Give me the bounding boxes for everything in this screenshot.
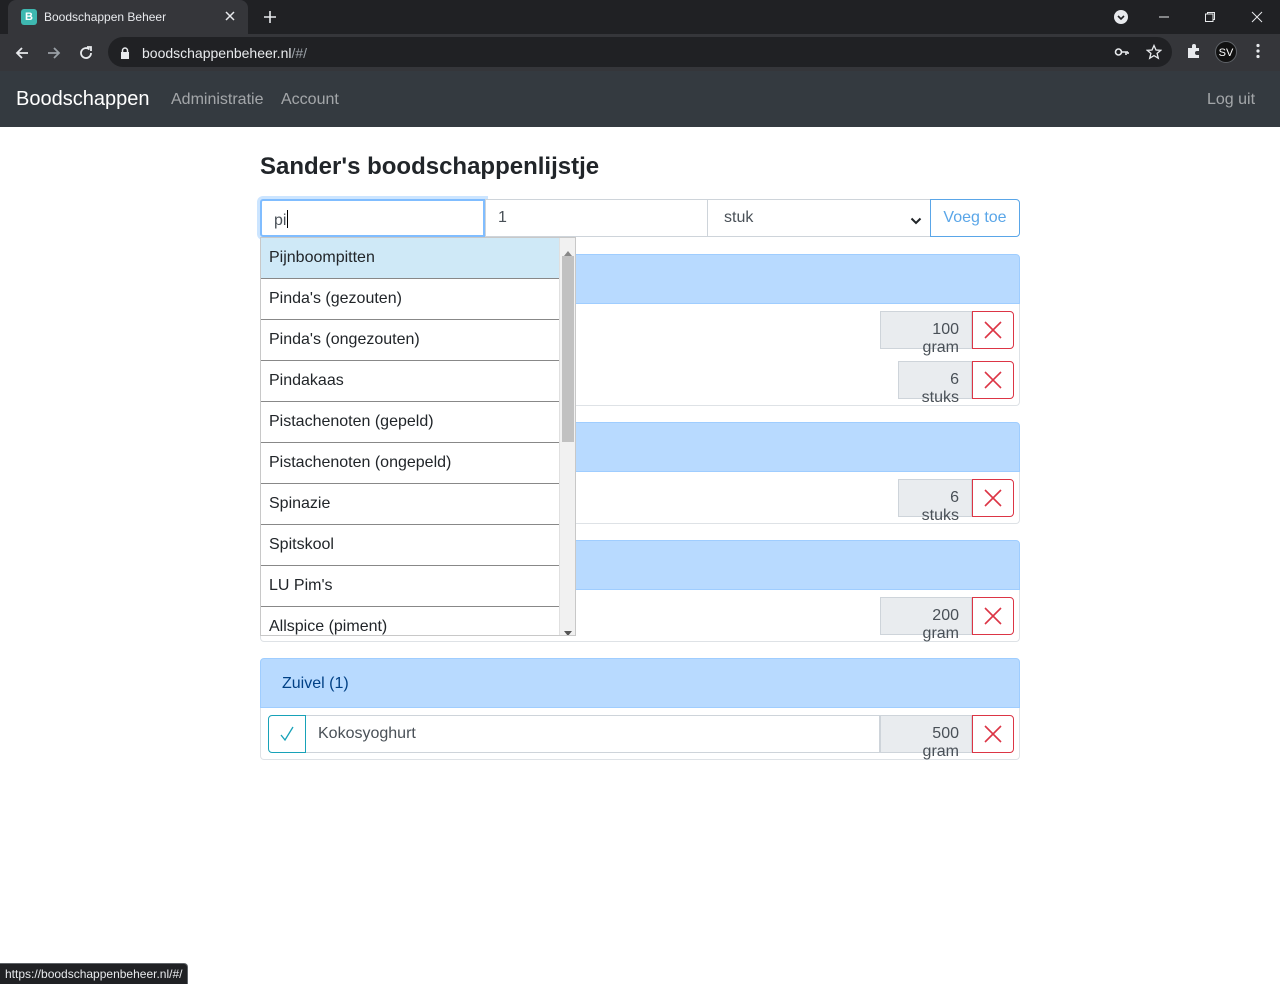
close-icon xyxy=(984,371,1002,389)
key-icon[interactable] xyxy=(1114,44,1130,65)
delete-button[interactable] xyxy=(972,311,1014,349)
new-tab-icon[interactable] xyxy=(262,9,278,25)
item-quantity: 100 gram xyxy=(880,311,972,356)
unit-select-value: stuk xyxy=(724,209,754,226)
tab-close-icon[interactable] xyxy=(222,8,238,24)
favicon-icon: B xyxy=(21,9,37,25)
profile-avatar[interactable]: SV xyxy=(1215,41,1237,63)
item-quantity: 6 stuks xyxy=(898,479,972,524)
close-icon xyxy=(984,489,1002,507)
delete-button[interactable] xyxy=(972,479,1014,517)
reload-icon[interactable] xyxy=(75,42,97,64)
autocomplete-option[interactable]: Pinda's (gezouten) xyxy=(261,279,559,320)
category-header[interactable]: Zuivel (1) xyxy=(260,658,1020,708)
add-button[interactable]: Voeg toe xyxy=(930,199,1020,237)
autocomplete-option[interactable]: Spinazie xyxy=(261,484,559,525)
checkmark-icon xyxy=(280,726,294,742)
autocomplete-option[interactable]: Pijnboompitten xyxy=(261,238,559,279)
delete-button[interactable] xyxy=(972,361,1014,399)
scroll-thumb[interactable] xyxy=(562,256,574,442)
amount-input[interactable]: 1 xyxy=(485,199,708,237)
list-item: Kokosyoghurt 500 gram xyxy=(268,715,1014,760)
browser-status-url: https://boodschappenbeheer.nl/#/ xyxy=(0,963,189,984)
autocomplete-option[interactable]: Pistachenoten (gepeld) xyxy=(261,402,559,443)
address-bar[interactable]: boodschappenbeheer.nl/#/ xyxy=(108,37,1172,67)
logout-link[interactable]: Log uit xyxy=(1207,91,1255,109)
add-item-form: pi 1 stuk Voeg toe xyxy=(260,199,1020,237)
restore-icon[interactable] xyxy=(1187,0,1233,34)
item-quantity: 6 stuks xyxy=(898,361,972,406)
lock-icon xyxy=(120,46,130,64)
nav-link-account[interactable]: Account xyxy=(281,91,339,109)
close-window-icon[interactable] xyxy=(1234,0,1280,34)
unit-select[interactable]: stuk xyxy=(707,199,931,237)
close-icon xyxy=(984,725,1002,743)
item-quantity: 200 gram xyxy=(880,597,972,642)
autocomplete-option[interactable]: Pistachenoten (ongepeld) xyxy=(261,443,559,484)
category-title: Zuivel (1) xyxy=(282,675,349,692)
autocomplete-dropdown: Pijnboompitten Pinda's (gezouten) Pinda'… xyxy=(260,237,576,636)
forward-icon[interactable] xyxy=(43,42,65,64)
item-quantity: 500 gram xyxy=(880,715,972,760)
minimize-icon[interactable] xyxy=(1141,0,1187,34)
app-navbar: Boodschappen Administratie Account Log u… xyxy=(0,71,1280,127)
tab-search-icon[interactable] xyxy=(1098,0,1144,34)
page-title: Sander's boodschappenlijstje xyxy=(260,153,600,180)
navbar-brand[interactable]: Boodschappen xyxy=(16,88,149,111)
nav-link-administratie[interactable]: Administratie xyxy=(171,91,263,109)
scroll-down-icon[interactable] xyxy=(564,624,572,635)
back-icon[interactable] xyxy=(11,42,33,64)
bookmark-star-icon[interactable] xyxy=(1145,43,1163,65)
url-text: boodschappenbeheer.nl/#/ xyxy=(142,45,308,61)
product-input[interactable]: pi xyxy=(260,199,485,237)
autocomplete-option[interactable]: Spitskool xyxy=(261,525,559,566)
browser-toolbar: boodschappenbeheer.nl/#/ SV xyxy=(0,34,1280,71)
autocomplete-option[interactable]: Pinda's (ongezouten) xyxy=(261,320,559,361)
item-name: Kokosyoghurt xyxy=(306,715,880,753)
browser-tabstrip: B Boodschappen Beheer xyxy=(0,0,1280,34)
close-icon xyxy=(984,321,1002,339)
category-body: Kokosyoghurt 500 gram xyxy=(260,708,1020,760)
menu-kebab-icon[interactable] xyxy=(1251,43,1265,64)
delete-button[interactable] xyxy=(972,597,1014,635)
extensions-icon[interactable] xyxy=(1186,43,1202,64)
autocomplete-option[interactable]: Allspice (piment) xyxy=(261,607,559,635)
tab-title: Boodschappen Beheer xyxy=(44,10,167,24)
check-button[interactable] xyxy=(268,715,306,753)
browser-tab[interactable]: B Boodschappen Beheer xyxy=(8,0,248,34)
autocomplete-option[interactable]: LU Pim's xyxy=(261,566,559,607)
dropdown-scrollbar[interactable] xyxy=(559,238,575,635)
delete-button[interactable] xyxy=(972,715,1014,753)
close-icon xyxy=(984,607,1002,625)
chevron-down-icon xyxy=(910,213,922,231)
autocomplete-option[interactable]: Pindakaas xyxy=(261,361,559,402)
